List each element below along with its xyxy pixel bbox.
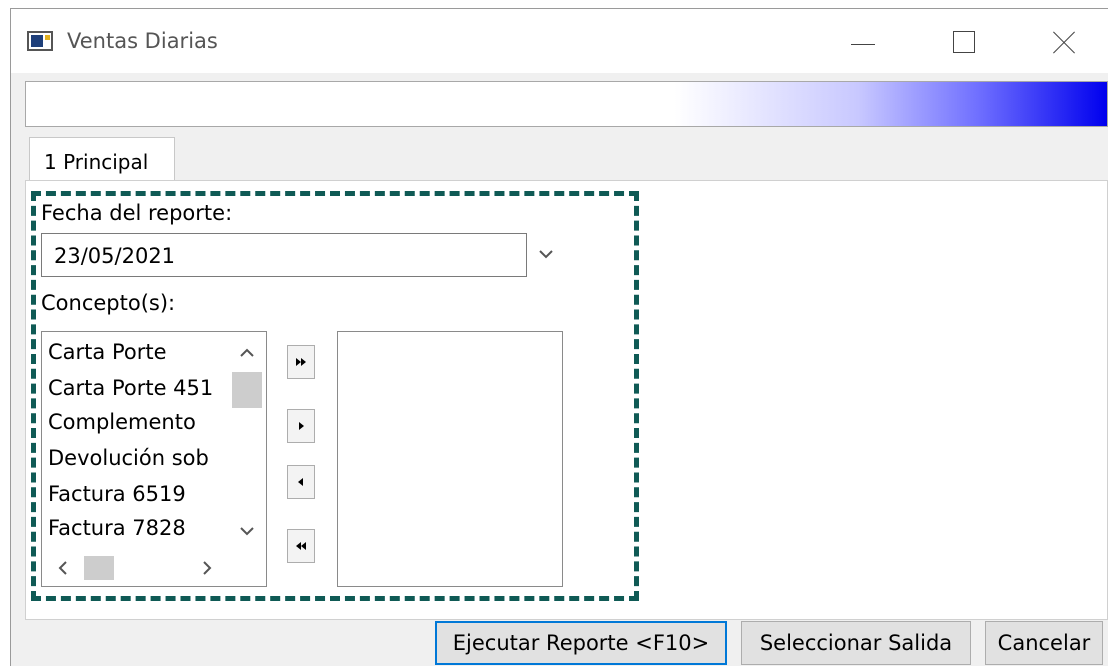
conceptos-label: Concepto(s): bbox=[41, 291, 176, 315]
tab-label: 1 Principal bbox=[44, 150, 149, 174]
list-item[interactable]: Factura 7828 bbox=[48, 516, 226, 540]
scroll-right-icon[interactable] bbox=[202, 561, 212, 575]
move-all-left-button[interactable] bbox=[287, 529, 315, 563]
horizontal-scroll-thumb[interactable] bbox=[84, 556, 114, 580]
maximize-icon[interactable] bbox=[947, 25, 983, 59]
fecha-field[interactable]: 23/05/2021 bbox=[41, 233, 527, 277]
move-all-right-icon bbox=[296, 358, 306, 366]
move-left-button[interactable] bbox=[287, 465, 315, 499]
close-icon[interactable] bbox=[1047, 25, 1083, 59]
move-all-left-icon bbox=[296, 542, 306, 550]
window-title: Ventas Diarias bbox=[67, 29, 218, 53]
move-right-icon bbox=[299, 422, 304, 430]
scroll-up-icon[interactable] bbox=[240, 348, 254, 358]
report-window: Ventas Diarias 1 Principal Fecha del rep… bbox=[10, 8, 1108, 666]
fecha-label: Fecha del reporte: bbox=[41, 201, 233, 225]
list-item[interactable]: Factura 6519 bbox=[48, 482, 226, 506]
gradient-banner bbox=[25, 81, 1108, 127]
title-bar: Ventas Diarias bbox=[11, 9, 1108, 73]
move-right-button[interactable] bbox=[287, 409, 315, 443]
list-item[interactable]: Carta Porte bbox=[48, 340, 226, 364]
seleccionar-salida-button[interactable]: Seleccionar Salida bbox=[741, 621, 971, 665]
vertical-scrollbar[interactable] bbox=[228, 332, 264, 550]
cancelar-button[interactable]: Cancelar bbox=[985, 621, 1103, 665]
fecha-value: 23/05/2021 bbox=[54, 244, 176, 268]
date-dropdown-button[interactable] bbox=[527, 233, 567, 277]
scroll-down-icon[interactable] bbox=[240, 526, 254, 536]
move-left-icon bbox=[298, 478, 303, 486]
move-all-right-button[interactable] bbox=[287, 345, 315, 379]
minimize-icon[interactable] bbox=[845, 25, 881, 59]
vertical-scroll-thumb[interactable] bbox=[232, 372, 262, 408]
horizontal-scrollbar[interactable] bbox=[42, 550, 228, 586]
list-item[interactable]: Complemento bbox=[48, 410, 226, 434]
available-conceptos-list[interactable]: Carta Porte Carta Porte 451 Complemento … bbox=[41, 331, 267, 587]
chevron-down-icon bbox=[539, 250, 553, 259]
tab-principal[interactable]: 1 Principal bbox=[29, 137, 175, 181]
list-item[interactable]: Carta Porte 451 bbox=[48, 376, 226, 400]
selected-conceptos-list[interactable] bbox=[337, 331, 563, 587]
app-window-icon bbox=[27, 31, 53, 51]
list-item[interactable]: Devolución sob bbox=[48, 446, 226, 470]
ejecutar-reporte-button[interactable]: Ejecutar Reporte <F10> bbox=[435, 621, 727, 665]
scroll-left-icon[interactable] bbox=[58, 561, 68, 575]
